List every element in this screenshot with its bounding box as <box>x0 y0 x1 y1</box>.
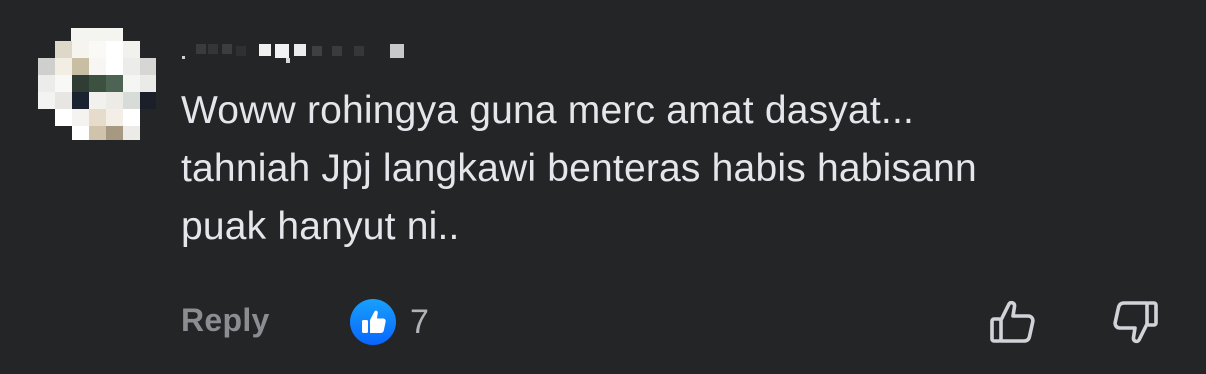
author-name-redaction <box>182 44 404 63</box>
downvote-button[interactable] <box>1110 296 1160 348</box>
reaction-count: 7 <box>410 302 429 341</box>
comment-text: Woww rohingya guna merc amat dasyat... t… <box>181 89 977 248</box>
thumbs-down-outline-icon <box>1113 301 1158 344</box>
avatar-image <box>38 28 156 140</box>
thumbs-up-outline-icon <box>990 300 1035 343</box>
reaction-summary[interactable]: 7 <box>350 299 429 345</box>
upvote-button[interactable] <box>988 296 1038 348</box>
author-name[interactable] <box>182 40 412 66</box>
avatar[interactable] <box>38 28 156 140</box>
thumbs-up-icon <box>350 299 396 345</box>
reply-button[interactable]: Reply <box>181 302 270 339</box>
